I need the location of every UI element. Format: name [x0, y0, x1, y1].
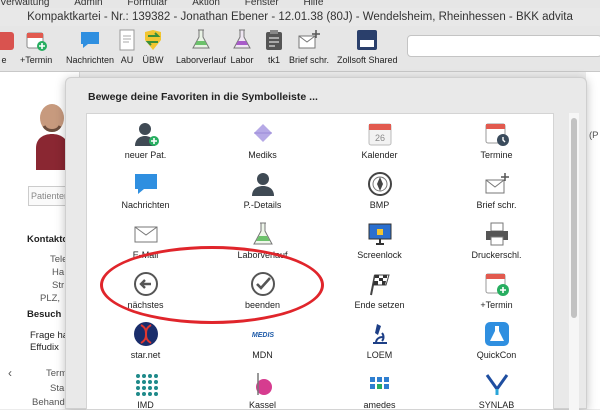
contact-label: Ha	[52, 267, 65, 278]
menu-item[interactable]: Formular	[127, 0, 167, 8]
clipboard-icon	[266, 30, 282, 50]
kassel-logo-icon	[255, 373, 272, 395]
favorite-termin-plus[interactable]: +Termin	[438, 264, 553, 314]
lower-label: Sta	[50, 383, 65, 394]
calendar-plus-icon	[26, 32, 48, 51]
favorite-mediks[interactable]: Mediks	[204, 114, 321, 164]
toolbar-item-laborverlauf[interactable]: Laborverlauf	[176, 28, 226, 65]
favorite-loem[interactable]: LOEM	[321, 314, 438, 364]
scrollbar-thumb[interactable]	[571, 118, 577, 318]
lower-label: Behand	[32, 397, 65, 408]
window-title: Kompaktkartei - Nr.: 139382 - Jonathan E…	[0, 8, 600, 26]
avatar	[36, 104, 68, 170]
right-background: (P	[586, 72, 600, 409]
pill-icon	[253, 124, 272, 142]
favorite-druckerschl[interactable]: Druckerschl.	[438, 214, 553, 264]
chevron-left-icon[interactable]: ‹	[8, 366, 12, 380]
favorite-screenlock[interactable]: Screenlock	[321, 214, 438, 264]
menu-item[interactable]: Fenster	[245, 0, 279, 8]
favorite-quickcon[interactable]: QuickCon	[438, 314, 553, 364]
svg-text:26: 26	[374, 133, 384, 143]
mdn-logo-icon: MEDIS	[251, 332, 274, 339]
lower-label: Term	[46, 368, 68, 379]
calendar-clock-icon	[485, 123, 509, 146]
menu-item[interactable]: Verwaltung	[0, 0, 49, 8]
dna-icon	[133, 322, 158, 346]
toolbar-item-termin[interactable]: +Termin	[20, 28, 52, 65]
envelope-plus-icon	[485, 173, 509, 194]
favorite-p-details[interactable]: P.-Details	[204, 164, 321, 214]
microscope-icon	[367, 322, 392, 346]
favorite-amedes[interactable]: amedes	[321, 364, 438, 409]
menu-item[interactable]: Admin	[74, 0, 102, 8]
toolbar-item-nachrichten[interactable]: Nachrichten	[66, 28, 114, 65]
calendar-icon: 26	[368, 123, 391, 146]
chat-bubble-icon	[134, 174, 157, 194]
toolbar-item-tk1[interactable]: tk1	[262, 28, 286, 65]
visit-heading: Besuch	[27, 309, 62, 320]
printer-icon	[485, 222, 508, 246]
app-flask-icon	[484, 322, 509, 346]
toolbar-item-zollsoft-shared[interactable]: Zollsoft Shared	[337, 28, 398, 65]
panel-title: Bewege deine Favoriten in die Symbolleis…	[88, 91, 318, 103]
chat-bubble-icon	[81, 32, 100, 48]
person-icon	[251, 173, 274, 196]
amedes-logo-icon	[369, 377, 389, 389]
menu-item[interactable]: Aktion	[192, 0, 220, 8]
contact-label: Str	[52, 280, 65, 291]
highlight-ellipse	[100, 246, 324, 324]
contact-label: PLZ,	[40, 293, 61, 304]
favorite-bmp[interactable]: BMP	[321, 164, 438, 214]
menu-bar: Verwaltung Admin Formular Aktion Fenster…	[0, 0, 600, 8]
envelope-icon	[134, 226, 157, 243]
envelope-plus-icon	[298, 30, 320, 49]
favorite-kalender[interactable]: 26 Kalender	[321, 114, 438, 164]
checkered-flag-icon	[369, 274, 390, 296]
favorite-neuer-pat[interactable]: neuer Pat.	[87, 114, 204, 164]
dots-grid-icon	[135, 374, 158, 396]
toolbar-item-uebw[interactable]: ÜBW	[141, 28, 165, 65]
toolbar-item-brief[interactable]: Brief schr.	[289, 28, 329, 65]
monitor-icon	[368, 223, 391, 245]
visit-text: Effudix	[30, 342, 59, 353]
favorite-synlab[interactable]: SYNLAB	[438, 364, 553, 409]
app-icon	[0, 32, 14, 50]
toolbar-item-au[interactable]: AU	[115, 28, 139, 65]
menu-item[interactable]: Hilfe	[303, 0, 323, 8]
favorite-ende-setzen[interactable]: Ende setzen	[321, 264, 438, 314]
favorite-brief-schr[interactable]: Brief schr.	[438, 164, 553, 214]
person-plus-icon	[134, 123, 159, 146]
document-icon	[119, 29, 135, 51]
toolbar-item-labor[interactable]: Labor	[230, 28, 254, 65]
favorite-nachrichten[interactable]: Nachrichten	[87, 164, 204, 214]
favorite-imd[interactable]: IMD	[87, 364, 204, 409]
compass-icon	[367, 172, 392, 196]
toolbar-item[interactable]: e	[0, 28, 16, 65]
right-edge-text: (P	[589, 130, 599, 141]
svg-text:MEDIS: MEDIS	[251, 332, 274, 339]
calendar-plus-icon	[485, 273, 509, 296]
contact-heading: Kontakto	[27, 234, 69, 245]
synlab-logo-icon	[485, 374, 508, 395]
shared-icon	[357, 30, 378, 50]
visit-text: Frage ha	[30, 330, 69, 341]
toolbar-search-field[interactable]	[407, 35, 600, 57]
favorite-kassel[interactable]: Kassel	[204, 364, 321, 409]
flask-icon	[233, 29, 251, 49]
toolbar: e +Termin Nachrichten AU ÜBW Laborverlau…	[0, 26, 600, 72]
transfer-icon	[145, 30, 161, 50]
favorite-termine[interactable]: Termine	[438, 114, 553, 164]
flask-icon	[192, 29, 210, 49]
flask-icon	[252, 222, 273, 245]
favorites-panel: Bewege deine Favoriten in die Symbolleis…	[65, 77, 587, 410]
